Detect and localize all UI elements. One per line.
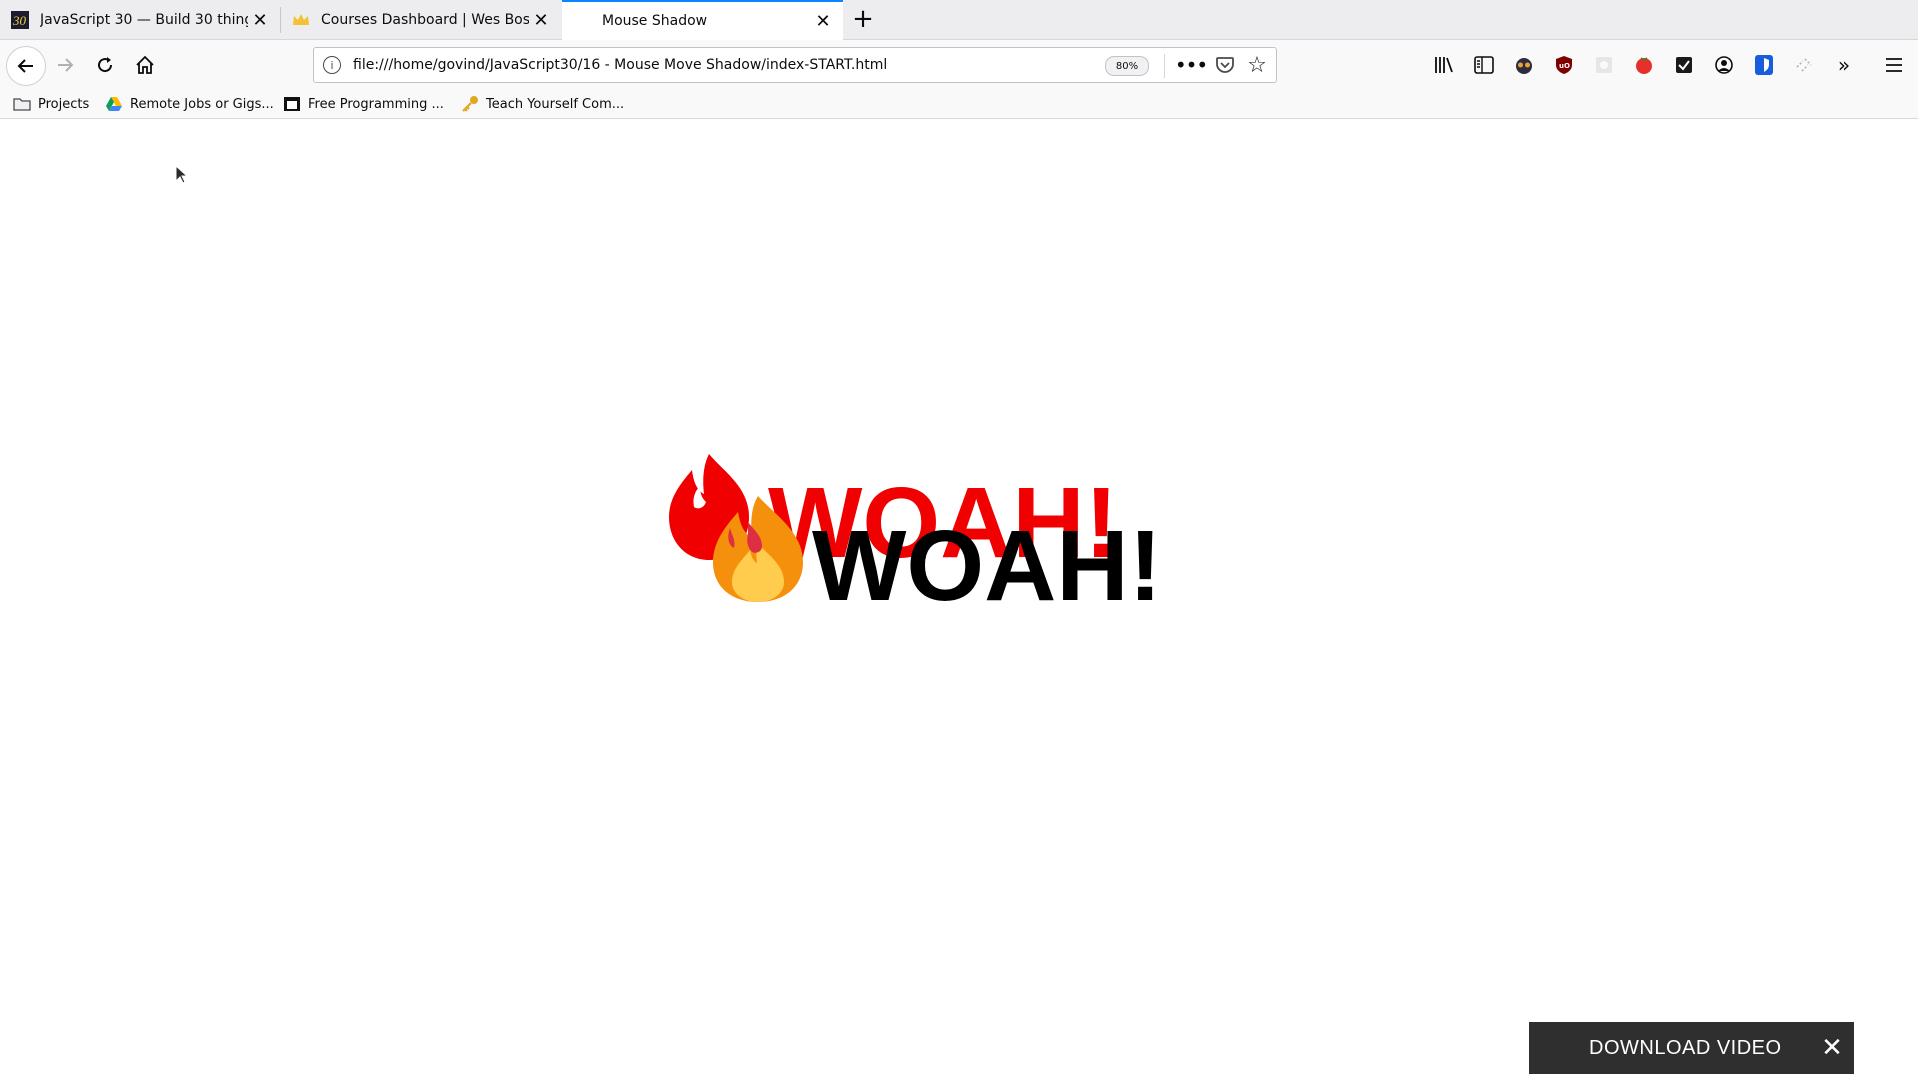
reload-icon [98,57,113,73]
tab-title: JavaScript 30 — Build 30 things wi [40,12,248,28]
arrow-right-icon [58,58,74,72]
tab-title: Mouse Shadow [602,13,708,29]
privacy-badger-icon[interactable] [1512,53,1536,77]
woah-heading-text: WOAH! [812,510,1162,622]
account-icon[interactable] [1712,53,1736,77]
url-bar[interactable]: i file:///home/govind/JavaScript30/16 - … [313,47,1277,83]
svg-text:uO: uO [1559,62,1570,70]
bookmark-teach-yourself[interactable]: Teach Yourself Com... [460,94,624,114]
tomato-timer-icon[interactable] [1632,53,1656,77]
bookmark-label: Teach Yourself Com... [486,96,625,112]
folder-icon [12,96,32,112]
bookmark-free-programming[interactable]: Free Programming ... [282,94,444,114]
tab-courses-dashboard[interactable]: Courses Dashboard | Wes Bos ✕ [281,0,561,40]
tab-javascript30[interactable]: 30 JavaScript 30 — Build 30 things wi ✕ [0,0,280,40]
bitwarden-shield-icon[interactable] [1752,53,1776,77]
javascript30-icon: 30 [10,10,30,30]
navigation-toolbar: i file:///home/govind/JavaScript30/16 - … [0,40,1918,90]
tab-strip: 30 JavaScript 30 — Build 30 things wi ✕ … [0,0,1918,40]
close-tab-icon[interactable]: ✕ [248,8,272,32]
ublock-origin-icon[interactable]: uO [1552,53,1576,77]
bookmark-projects[interactable]: Projects [12,94,89,114]
download-video-label[interactable]: DOWNLOAD VIDEO [1589,1037,1782,1060]
bookmark-label: Projects [38,96,90,112]
blank-favicon-icon [572,11,592,31]
svg-text:30: 30 [12,13,27,28]
page-content[interactable]: WOAH! WOAH! DOWNLOAD VIDEO ✕ [0,119,1918,1074]
back-button[interactable] [6,46,46,86]
site-icon [282,96,302,112]
url-bar-separator [1164,54,1165,78]
download-video-overlay[interactable]: DOWNLOAD VIDEO ✕ [1529,1022,1854,1074]
url-text[interactable]: file:///home/govind/JavaScript30/16 - Mo… [353,57,887,73]
home-button[interactable] [128,48,162,82]
extension-arrows-icon[interactable] [1792,53,1816,77]
drive-icon [104,96,124,112]
close-tab-icon[interactable]: ✕ [811,9,835,33]
menu-hamburger-icon[interactable] [1882,53,1906,77]
bookmark-label: Remote Jobs or Gigs... [130,96,274,112]
close-icon[interactable]: ✕ [1818,1033,1846,1063]
disabled-extension-icon[interactable] [1592,53,1616,77]
bookmarks-toolbar: Projects Remote Jobs or Gigs... Free Pro… [0,90,1918,119]
reload-button[interactable] [88,48,122,82]
home-icon [136,55,154,74]
bookmark-star-icon[interactable]: ☆ [1244,51,1270,79]
mouse-cursor-icon [175,165,189,184]
bookmark-label: Free Programming ... [308,96,444,112]
close-tab-icon[interactable]: ✕ [529,8,553,32]
tab-mouse-shadow[interactable]: Mouse Shadow ✕ [562,0,843,40]
arrow-left-icon [17,59,33,73]
page-actions-icon[interactable]: ••• [1175,51,1208,79]
forward-button[interactable] [48,48,82,82]
pocket-icon[interactable] [1214,54,1236,76]
info-icon[interactable]: i [323,56,341,74]
crown-icon [291,10,311,30]
library-icon[interactable] [1432,53,1456,77]
sidebar-icon[interactable] [1472,53,1496,77]
todo-checkbox-icon[interactable] [1672,53,1696,77]
key-icon [460,96,480,112]
new-tab-button[interactable]: + [848,4,878,34]
tab-title: Courses Dashboard | Wes Bos [321,12,529,28]
fire-emoji-icon [713,496,803,602]
zoom-indicator[interactable]: 80% [1105,56,1149,76]
bookmark-remote-jobs[interactable]: Remote Jobs or Gigs... [104,94,274,114]
overflow-chevron-icon[interactable]: » [1832,53,1856,77]
